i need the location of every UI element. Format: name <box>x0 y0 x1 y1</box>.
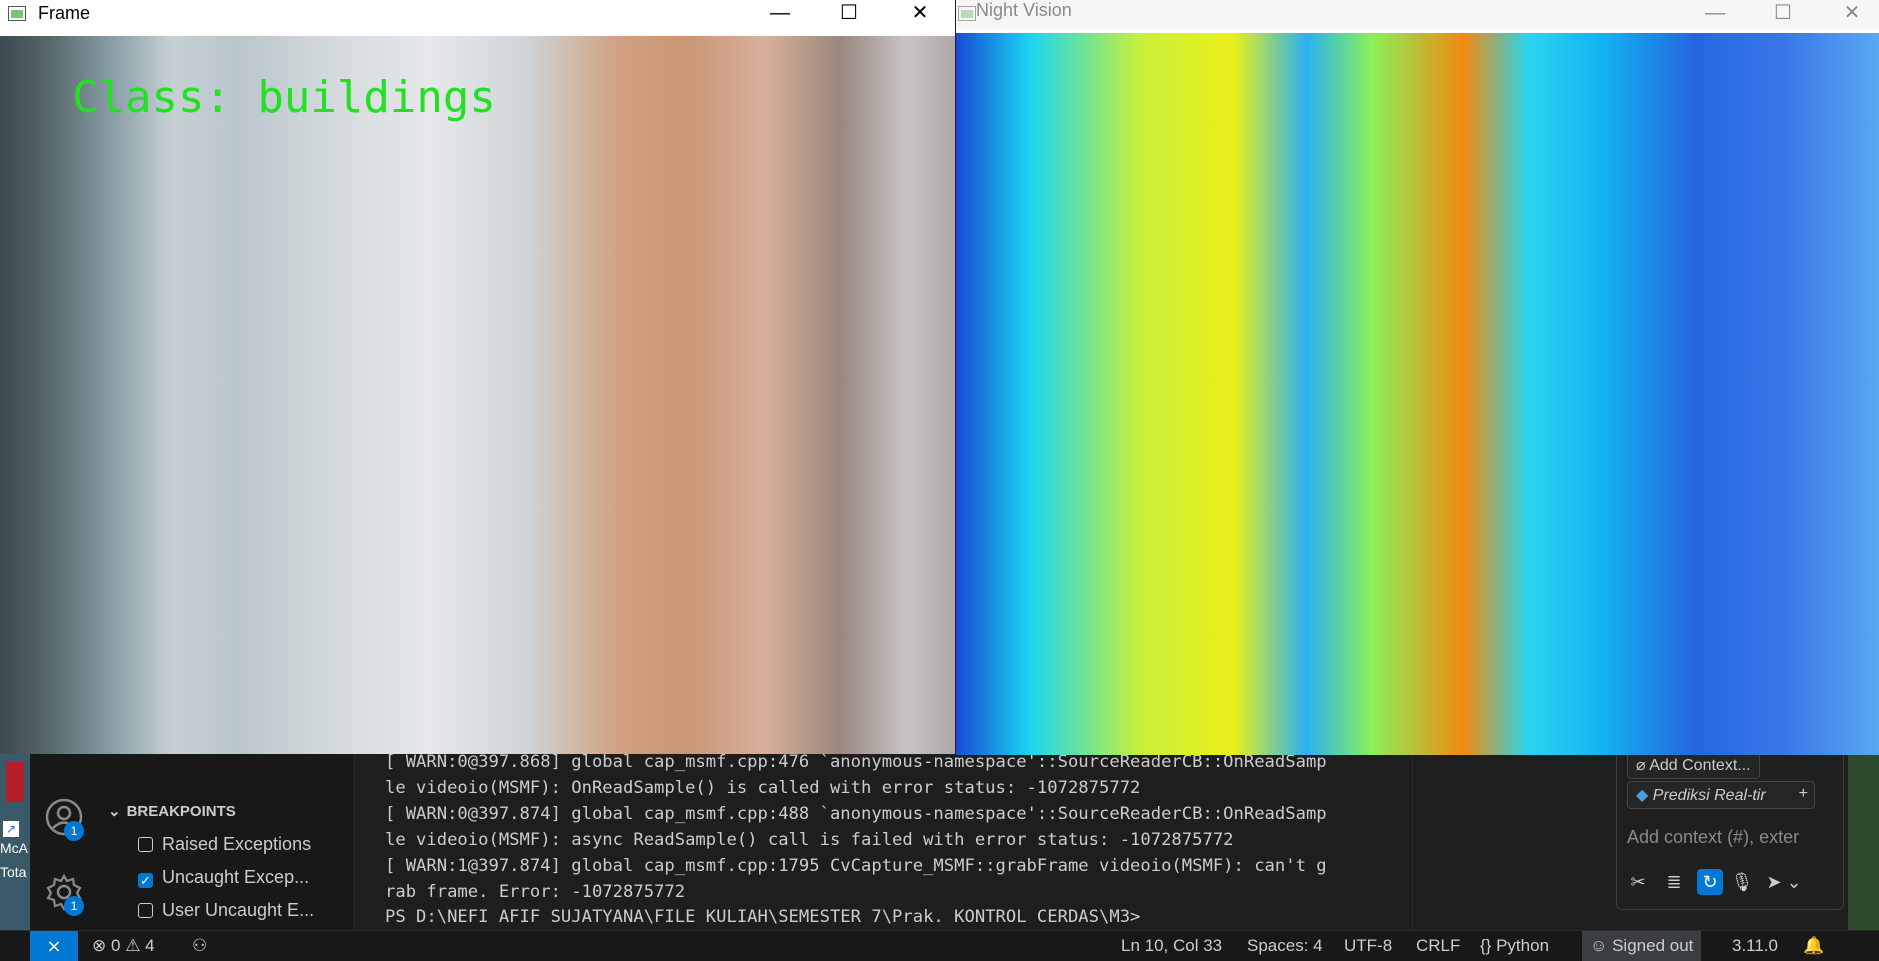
breakpoint-user-uncaught[interactable]: User Uncaught E... <box>138 900 314 926</box>
breakpoint-checkbox[interactable] <box>138 903 153 918</box>
night-vision-image <box>956 33 1879 755</box>
class-label: Class: buildings <box>72 72 496 123</box>
terminal-panel[interactable]: [ WARN:0@397.868] global cap_msmf.cpp:47… <box>354 750 1413 930</box>
close-button[interactable]: ✕ <box>1825 0 1879 29</box>
account-button[interactable]: 1 <box>44 797 84 841</box>
terminal-prompt: PS D:\NEFI AFIF SUJATYANA\FILE KULIAH\SE… <box>385 907 1141 927</box>
refresh-icon[interactable]: ↻ <box>1697 869 1723 895</box>
settings-button[interactable]: 1 <box>44 872 84 916</box>
ports-icon[interactable]: ⚇ <box>192 931 207 961</box>
chat-panel: ⌀ Add Context... ◆ Prediksi Real-tir + A… <box>1616 750 1848 930</box>
breakpoint-checkbox[interactable] <box>138 837 153 852</box>
breakpoint-raised-exceptions[interactable]: Raised Exceptions <box>138 834 311 860</box>
night-vision-titlebar[interactable]: Night Vision — ☐ ✕ <box>956 0 1879 29</box>
desktop-edge: ↗ McA Tota <box>0 750 30 930</box>
frame-titlebar[interactable]: Frame — ☐ ✕ <box>0 0 955 29</box>
desktop-app-icon[interactable] <box>6 762 24 802</box>
language-mode[interactable]: {} Python <box>1480 931 1549 961</box>
chat-input-placeholder[interactable]: Add context (#), exter <box>1627 827 1799 848</box>
breakpoints-header[interactable]: ⌄ BREAKPOINTS <box>108 802 236 820</box>
window-app-icon <box>8 6 26 21</box>
copilot-icon: ☺ <box>1590 936 1608 955</box>
account-badge: 1 <box>64 821 84 841</box>
tools-icon[interactable]: ✂ <box>1625 869 1651 895</box>
maximize-button[interactable]: ☐ <box>822 0 876 29</box>
warning-icon: ⚠ <box>125 936 141 955</box>
line-endings[interactable]: CRLF <box>1416 931 1460 961</box>
cursor-position[interactable]: Ln 10, Col 33 <box>1121 931 1222 961</box>
window-app-icon <box>958 6 976 21</box>
breakpoint-label: Raised Exceptions <box>162 834 312 854</box>
microphone-icon[interactable]: 🎙 <box>1729 869 1755 895</box>
window-title: Night Vision <box>976 0 1072 20</box>
desktop-edge-right <box>1848 750 1879 930</box>
night-vision-window: Night Vision — ☐ ✕ <box>956 0 1879 755</box>
error-icon: ⊗ <box>92 936 107 955</box>
terminal-line: le videoio(MSMF): async ReadSample() cal… <box>385 830 1234 850</box>
database-icon[interactable]: ≣ <box>1661 869 1687 895</box>
python-version[interactable]: 3.11.0 <box>1732 931 1778 961</box>
send-icon[interactable]: ➤ <box>1761 869 1787 895</box>
context-file-chip[interactable]: ◆ Prediksi Real-tir + <box>1627 781 1815 809</box>
terminal-line: [ WARN:0@397.874] global cap_msmf.cpp:48… <box>385 804 1327 824</box>
remote-indicator[interactable]: ⨯ <box>30 931 78 961</box>
python-file-icon: ◆ <box>1636 787 1649 804</box>
minimize-button[interactable]: — <box>1688 0 1742 29</box>
frame-window: Frame — ☐ ✕ Class: buildings <box>0 0 955 754</box>
window-title: Frame <box>38 3 91 23</box>
remote-icon: ⨯ <box>46 936 62 956</box>
breakpoint-checkbox-checked[interactable]: ✓ <box>138 873 153 888</box>
terminal-line: [ WARN:1@397.874] global cap_msmf.cpp:17… <box>385 856 1327 876</box>
terminal-line: rab frame. Error: -1072875772 <box>385 882 686 902</box>
add-context-button[interactable]: ⌀ Add Context... <box>1627 751 1760 779</box>
add-icon[interactable]: + <box>1799 785 1808 803</box>
terminal-line: le videoio(MSMF): OnReadSample() is call… <box>385 778 1141 798</box>
debug-sidebar: ⌄ BREAKPOINTS Raised Exceptions ✓ Uncaught… <box>98 750 354 930</box>
minimize-button[interactable]: — <box>753 0 807 29</box>
maximize-button[interactable]: ☐ <box>1756 0 1810 29</box>
problems-indicator[interactable]: ⊗ 0 ⚠ 4 <box>92 931 155 961</box>
indentation[interactable]: Spaces: 4 <box>1247 931 1323 961</box>
breakpoint-label: User Uncaught E... <box>162 900 315 920</box>
chevron-down-icon: ⌄ <box>108 803 121 820</box>
desktop-label: Tota <box>0 864 27 880</box>
breakpoint-uncaught-exceptions[interactable]: ✓ Uncaught Excep... <box>138 867 309 893</box>
chat-input-box[interactable]: ⌀ Add Context... ◆ Prediksi Real-tir + A… <box>1616 750 1844 910</box>
bell-icon[interactable]: 🔔 <box>1803 931 1824 961</box>
breakpoint-label: Uncaught Excep... <box>162 867 310 887</box>
chevron-down-icon[interactable]: ⌄ <box>1785 869 1803 895</box>
breakpoints-title: BREAKPOINTS <box>126 803 236 820</box>
shortcut-arrow-icon: ↗ <box>2 820 20 838</box>
panel-divider <box>1412 750 1617 930</box>
terminal-line: [ WARN:0@397.868] global cap_msmf.cpp:47… <box>385 752 1327 772</box>
encoding[interactable]: UTF-8 <box>1344 931 1392 961</box>
close-button[interactable]: ✕ <box>893 0 947 29</box>
braces-icon: {} <box>1480 936 1492 955</box>
settings-badge: 1 <box>64 896 84 916</box>
desktop-label: McA <box>0 840 28 856</box>
paperclip-icon: ⌀ <box>1636 757 1646 774</box>
camera-frame-image: Class: buildings <box>0 36 955 754</box>
status-bar: ⨯ ⊗ 0 ⚠ 4 ⚇ Ln 10, Col 33 Spaces: 4 UTF-… <box>0 930 1879 961</box>
account-status[interactable]: ☺ Signed out <box>1582 931 1702 961</box>
